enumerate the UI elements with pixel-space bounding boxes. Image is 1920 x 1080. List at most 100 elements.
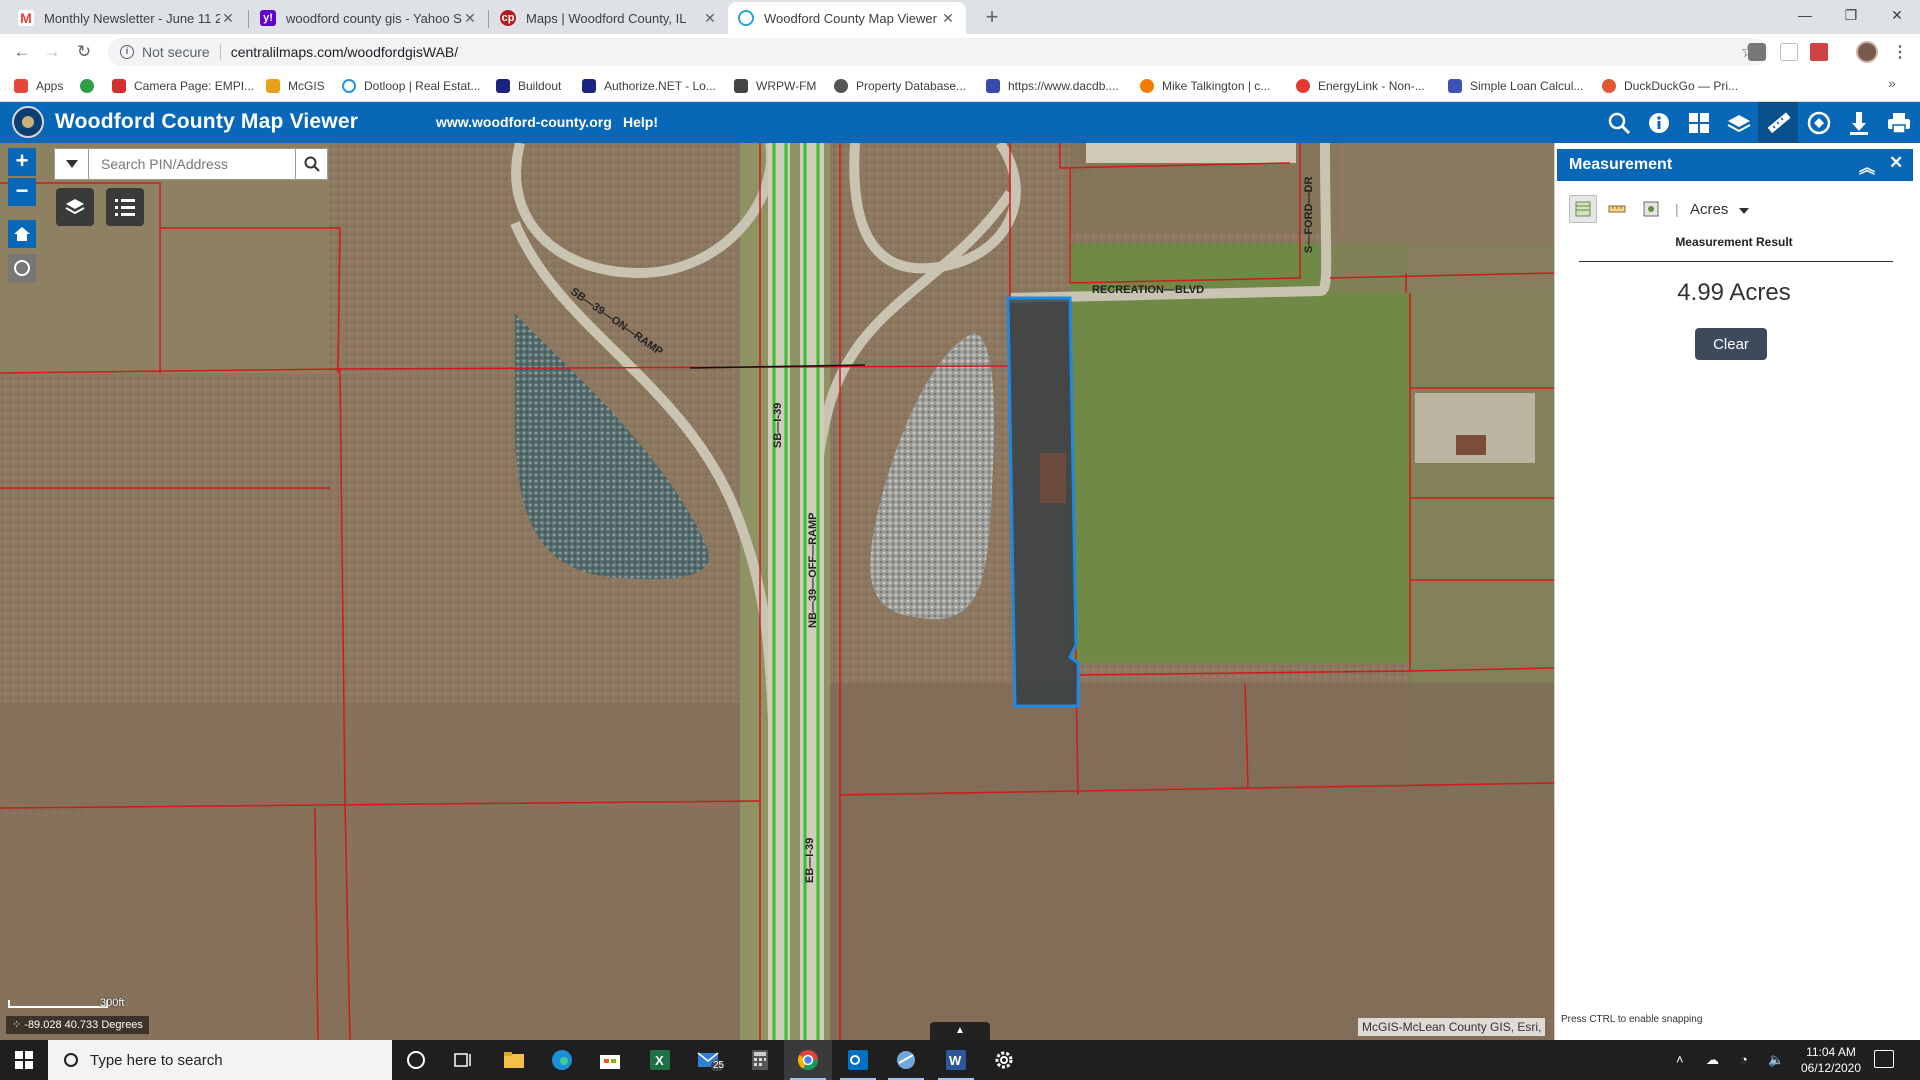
cortana-icon[interactable] (392, 1040, 440, 1080)
url-text[interactable]: centralilmaps.com/woodfordgisWAB/ (231, 44, 458, 60)
close-window-button[interactable]: ✕ (1874, 0, 1920, 30)
chrome-icon[interactable] (784, 1040, 832, 1080)
info-icon[interactable]: i (120, 45, 134, 59)
tab-close-icon[interactable]: ✕ (702, 10, 718, 27)
bookmark-camera-page[interactable]: Camera Page: EMPI... (112, 77, 254, 95)
distance-tool-button[interactable] (1603, 195, 1631, 223)
maps-icon: cp (500, 10, 516, 26)
bookmark-apps[interactable]: Apps (14, 77, 63, 95)
bookmark-icon-only[interactable] (80, 77, 102, 95)
address-bar[interactable]: i Not secure centralilmaps.com/woodfordg… (108, 38, 1768, 66)
edge-icon[interactable] (538, 1040, 586, 1080)
tab-map-viewer[interactable]: Woodford County Map Viewer ✕ (728, 2, 966, 34)
store-icon[interactable] (586, 1040, 634, 1080)
print-icon[interactable] (1884, 108, 1914, 138)
layers-icon (65, 199, 85, 215)
unit-dropdown[interactable]: Acres (1690, 201, 1728, 218)
search-source-dropdown[interactable] (55, 149, 89, 179)
label-sb-i39: SB—I-39 (772, 403, 784, 448)
word-icon[interactable]: W (932, 1040, 980, 1080)
label-eb-i39: EB—I-39 (804, 838, 816, 883)
bookmark-loan-calculator[interactable]: Simple Loan Calcul... (1448, 77, 1583, 95)
zoom-in-button[interactable]: + (8, 148, 36, 176)
select-icon[interactable] (1804, 108, 1834, 138)
area-tool-button[interactable] (1569, 195, 1597, 223)
extension-icon[interactable] (1810, 43, 1828, 61)
extension-icon[interactable] (1748, 43, 1766, 61)
bookmark-favicon-icon (582, 79, 596, 93)
bookmark-property-database[interactable]: Property Database... (834, 77, 966, 95)
settings-icon[interactable] (980, 1040, 1028, 1080)
task-view-icon[interactable] (440, 1040, 488, 1080)
more-bookmarks-icon[interactable]: » (1888, 75, 1896, 91)
browser-tab-strip: M Monthly Newsletter - June 11 20 ✕ y! w… (0, 0, 1920, 34)
wifi-icon[interactable]: ◔ (1740, 1052, 1748, 1067)
tab-maps[interactable]: cp Maps | Woodford County, IL ✕ (490, 2, 728, 34)
notification-icon[interactable] (1874, 1050, 1894, 1068)
info-icon[interactable] (1644, 108, 1674, 138)
tray-overflow-icon[interactable]: ˄ (1676, 1052, 1684, 1067)
forward-button[interactable]: → (40, 40, 64, 64)
new-tab-button[interactable]: + (978, 6, 1006, 30)
search-submit-button[interactable] (295, 149, 327, 179)
tab-close-icon[interactable]: ✕ (940, 10, 956, 27)
basemap-gallery-icon[interactable] (1684, 108, 1714, 138)
system-clock[interactable]: 11:04 AM 06/12/2020 (1786, 1044, 1876, 1076)
layers-button[interactable] (56, 188, 94, 226)
calculator-icon[interactable] (736, 1040, 784, 1080)
bookmark-energylink[interactable]: EnergyLink - Non-... (1296, 77, 1425, 95)
clock-time: 11:04 AM (1806, 1045, 1856, 1059)
tab-close-icon[interactable]: ✕ (462, 10, 478, 27)
app-title: Woodford County Map Viewer (55, 110, 359, 133)
layer-list-icon[interactable] (1724, 108, 1754, 138)
close-icon[interactable]: ✕ (1889, 153, 1903, 173)
tab-close-icon[interactable]: ✕ (220, 10, 236, 27)
minimize-button[interactable]: — (1782, 0, 1828, 30)
bookmark-favicon-icon (986, 79, 1000, 93)
help-link[interactable]: Help! (623, 114, 658, 130)
outlook-icon[interactable] (834, 1040, 882, 1080)
location-tool-button[interactable] (1637, 195, 1665, 223)
start-button[interactable] (0, 1040, 48, 1080)
county-website-link[interactable]: www.woodford-county.org (436, 114, 612, 130)
legend-button[interactable] (106, 188, 144, 226)
reload-button[interactable]: ↻ (72, 40, 96, 64)
bookmark-mcgis[interactable]: McGIS (266, 77, 325, 95)
mail-icon[interactable]: 25 (686, 1040, 734, 1080)
taskbar-search[interactable]: Type here to search (48, 1040, 392, 1080)
bookmark-authorize-net[interactable]: Authorize.NET - Lo... (582, 77, 716, 95)
bookmark-dacdb[interactable]: https://www.dacdb.... (986, 77, 1119, 95)
app-icon[interactable] (882, 1040, 930, 1080)
back-button[interactable]: ← (10, 40, 34, 64)
search-icon[interactable] (1604, 108, 1634, 138)
print-download-icon[interactable] (1844, 108, 1874, 138)
excel-icon[interactable]: X (636, 1040, 684, 1080)
home-button[interactable] (8, 220, 36, 248)
search-input[interactable] (89, 149, 295, 179)
measurement-panel: Measurement ︽ ✕ | Acres Measurement Resu… (1554, 143, 1920, 1040)
tab-gmail[interactable]: M Monthly Newsletter - June 11 20 ✕ (8, 2, 246, 34)
bookmark-dotloop[interactable]: Dotloop | Real Estat... (342, 77, 481, 95)
extension-icon[interactable] (1780, 43, 1798, 61)
zoom-out-button[interactable]: − (8, 178, 36, 206)
bottom-panel-toggle[interactable]: ▲ (930, 1022, 990, 1040)
tab-yahoo[interactable]: y! woodford county gis - Yahoo Sea ✕ (250, 2, 488, 34)
profile-avatar[interactable] (1856, 41, 1878, 63)
measurement-icon[interactable] (1758, 102, 1798, 143)
file-explorer-icon[interactable] (490, 1040, 538, 1080)
onedrive-icon[interactable]: ☁ (1706, 1052, 1719, 1068)
restore-button[interactable]: ❐ (1828, 0, 1874, 30)
clear-button[interactable]: Clear (1695, 328, 1767, 360)
chevron-down-icon[interactable] (1739, 208, 1749, 214)
taskbar-search-placeholder: Type here to search (90, 1051, 223, 1069)
volume-icon[interactable]: 🔈 (1768, 1052, 1784, 1068)
bookmark-mike-talkington[interactable]: Mike Talkington | c... (1140, 77, 1270, 95)
bookmark-wrpw[interactable]: WRPW-FM (734, 77, 816, 95)
bookmark-duckduckgo[interactable]: DuckDuckGo — Pri... (1602, 77, 1738, 95)
locate-button[interactable] (8, 254, 36, 282)
browser-toolbar: ← → ↻ i Not secure centralilmaps.com/woo… (0, 34, 1920, 70)
bookmark-buildout[interactable]: Buildout (496, 77, 561, 95)
map-view[interactable]: SB—39—ON—RAMP SB—I-39 NB—39—OFF—RAMP EB—… (0, 143, 1554, 1040)
menu-icon[interactable]: ⋮ (1892, 42, 1908, 62)
collapse-icon[interactable]: ︽ (1859, 154, 1875, 178)
